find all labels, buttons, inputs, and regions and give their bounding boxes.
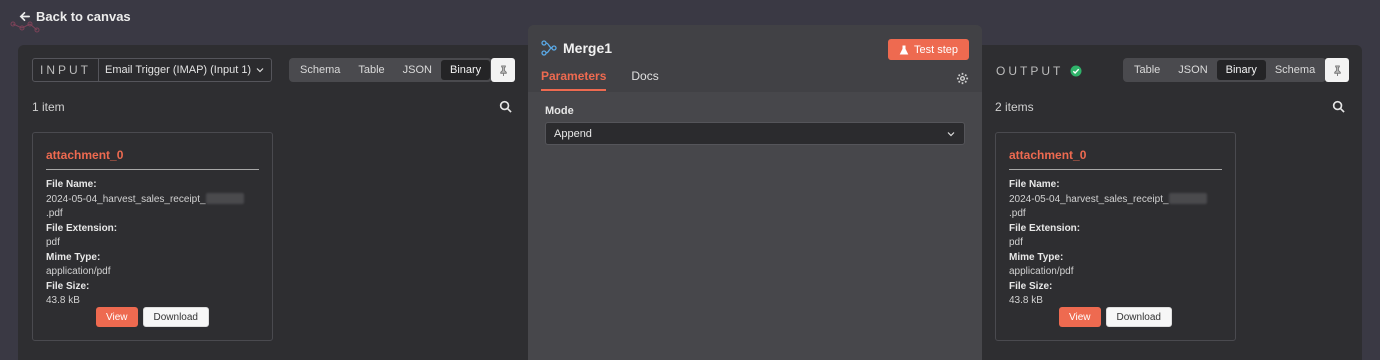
file-name-prefix: 2024-05-04_harvest_sales_receipt_ xyxy=(1009,193,1169,205)
mime-type-key: Mime Type: xyxy=(1009,251,1064,263)
mode-value: Append xyxy=(554,127,592,140)
input-view-json[interactable]: JSON xyxy=(394,60,441,80)
node-tabs: Parameters Docs xyxy=(541,69,659,91)
file-metadata: File Name: 2024-05-04_harvest_sales_rece… xyxy=(1009,178,1222,309)
file-name-prefix: 2024-05-04_harvest_sales_receipt_ xyxy=(46,193,206,205)
success-check-icon xyxy=(1070,65,1082,77)
output-view-json[interactable]: JSON xyxy=(1169,60,1216,80)
search-icon[interactable] xyxy=(499,100,512,113)
attachment-title: attachment_0 xyxy=(46,148,259,170)
input-view-binary[interactable]: Binary xyxy=(441,60,491,80)
search-icon[interactable] xyxy=(1332,100,1345,113)
file-name-value: 2024-05-04_harvest_sales_receipt_ .pdf xyxy=(46,193,259,222)
file-size-key: File Size: xyxy=(46,280,90,292)
download-button[interactable]: Download xyxy=(142,307,209,327)
output-pin-button[interactable] xyxy=(1325,58,1349,82)
mode-select[interactable]: Append xyxy=(545,122,965,145)
input-header: INPUT Email Trigger (IMAP) (Input 1) xyxy=(32,58,273,82)
arrow-left-icon xyxy=(19,11,30,22)
input-view-switcher: Schema Table JSON Binary xyxy=(289,58,493,82)
node-panel-header: Merge1 Test step Parameters Docs xyxy=(528,25,982,92)
chevron-down-icon xyxy=(947,131,955,136)
redacted-text xyxy=(205,193,244,205)
mode-label: Mode xyxy=(545,105,574,117)
file-name-value: 2024-05-04_harvest_sales_receipt_ .pdf xyxy=(1009,193,1222,222)
input-view-schema[interactable]: Schema xyxy=(291,60,349,80)
tab-parameters[interactable]: Parameters xyxy=(541,69,607,91)
file-name-key: File Name: xyxy=(46,179,97,190)
back-to-canvas-link[interactable]: Back to canvas xyxy=(18,9,131,24)
redacted-text xyxy=(1168,193,1207,205)
file-extension-key: File Extension: xyxy=(46,222,118,234)
merge-icon xyxy=(541,40,557,56)
input-panel: INPUT Email Trigger (IMAP) (Input 1) Sch… xyxy=(18,45,528,360)
pin-icon xyxy=(1333,64,1341,76)
output-panel: OUTPUT Table JSON Binary Schema 2 items … xyxy=(982,45,1362,360)
mime-type-value: application/pdf xyxy=(46,266,111,277)
back-to-canvas-label: Back to canvas xyxy=(36,9,131,24)
view-button[interactable]: View xyxy=(96,307,138,327)
node-title: Merge1 xyxy=(541,40,612,56)
pin-icon xyxy=(499,64,507,76)
download-button[interactable]: Download xyxy=(1105,307,1172,327)
chevron-down-icon xyxy=(256,68,264,73)
file-metadata: File Name: 2024-05-04_harvest_sales_rece… xyxy=(46,178,259,309)
file-extension-value: pdf xyxy=(1009,237,1023,248)
input-binary-card: attachment_0 File Name: 2024-05-04_harve… xyxy=(32,132,273,341)
input-label: INPUT xyxy=(33,59,99,81)
output-label: OUTPUT xyxy=(996,64,1064,78)
file-extension-value: pdf xyxy=(46,237,60,248)
node-parameters-panel: Merge1 Test step Parameters Docs Mode Ap… xyxy=(528,25,982,360)
card-actions: View Download xyxy=(996,307,1235,327)
tab-docs[interactable]: Docs xyxy=(631,69,658,91)
output-view-switcher: Table JSON Binary Schema xyxy=(1123,58,1327,82)
output-binary-card: attachment_0 File Name: 2024-05-04_harve… xyxy=(995,132,1236,341)
file-size-key: File Size: xyxy=(1009,280,1053,292)
input-node-selector[interactable]: INPUT Email Trigger (IMAP) (Input 1) xyxy=(32,58,273,82)
card-actions: View Download xyxy=(33,307,272,327)
mime-type-value: application/pdf xyxy=(1009,266,1074,277)
test-step-label: Test step xyxy=(913,43,958,56)
attachment-title: attachment_0 xyxy=(1009,148,1222,170)
node-name[interactable]: Merge1 xyxy=(563,40,612,56)
input-pin-button[interactable] xyxy=(491,58,515,82)
mime-type-key: Mime Type: xyxy=(46,251,101,263)
file-extension-key: File Extension: xyxy=(1009,222,1081,234)
output-view-schema[interactable]: Schema xyxy=(1266,60,1324,80)
gear-icon[interactable] xyxy=(956,72,969,85)
output-item-count: 2 items xyxy=(995,100,1034,114)
file-name-suffix: .pdf xyxy=(1009,208,1026,219)
file-name-key: File Name: xyxy=(1009,179,1060,190)
view-button[interactable]: View xyxy=(1059,307,1101,327)
output-header: OUTPUT xyxy=(996,64,1082,78)
test-step-button[interactable]: Test step xyxy=(887,39,969,60)
input-item-count: 1 item xyxy=(32,100,65,114)
input-node-dropdown[interactable]: Email Trigger (IMAP) (Input 1) xyxy=(99,64,271,76)
output-view-binary[interactable]: Binary xyxy=(1216,60,1266,80)
flask-icon xyxy=(899,45,909,54)
output-view-table[interactable]: Table xyxy=(1125,60,1169,80)
input-node-name: Email Trigger (IMAP) (Input 1) xyxy=(105,64,252,76)
file-name-suffix: .pdf xyxy=(46,208,63,219)
input-view-table[interactable]: Table xyxy=(349,60,393,80)
